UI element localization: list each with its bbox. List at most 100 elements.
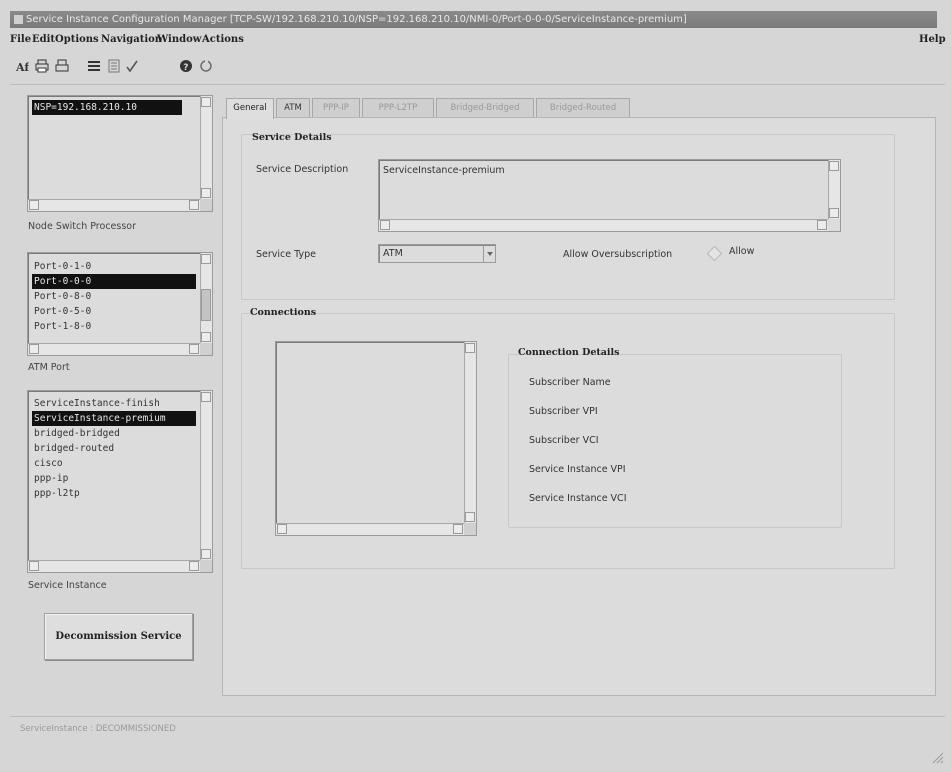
nsp-list-vscroll[interactable] xyxy=(200,96,212,199)
menu-help[interactable]: Help xyxy=(919,34,946,45)
scroll-corner xyxy=(200,560,212,572)
menu-navigation[interactable]: Navigation xyxy=(101,34,162,45)
resize-grip-icon[interactable] xyxy=(930,750,944,764)
print-icon[interactable] xyxy=(34,58,50,74)
service-description-label: Service Description xyxy=(256,164,349,175)
svg-text:?: ? xyxy=(183,63,188,73)
scroll-right-icon[interactable] xyxy=(453,524,463,534)
description-vscroll[interactable] xyxy=(828,160,840,219)
service-details-title: Service Details xyxy=(252,132,332,143)
nsp-list[interactable]: NSP=192.168.210.10 xyxy=(27,95,213,212)
service-instance-list-vscroll[interactable] xyxy=(200,391,212,560)
nsp-list-label: Node Switch Processor xyxy=(28,221,136,232)
service-instance-list-label: Service Instance xyxy=(28,580,107,591)
connections-list[interactable] xyxy=(275,341,477,536)
list-item-selected[interactable]: Port-0-0-0 xyxy=(32,274,196,289)
atm-port-list-vscroll[interactable] xyxy=(200,253,212,343)
nsp-list-hscroll[interactable] xyxy=(28,199,200,211)
list-item[interactable]: ppp-ip xyxy=(32,471,196,486)
subscriber-vci-label: Subscriber VCI xyxy=(529,435,599,446)
atm-port-list[interactable]: Port-0-1-0 Port-0-0-0 Port-0-8-0 Port-0-… xyxy=(27,252,213,356)
list-icon[interactable] xyxy=(86,58,102,74)
tab-bridged-bridged[interactable]: Bridged-Bridged xyxy=(436,98,534,118)
allow-radio-button[interactable] xyxy=(707,246,721,260)
checkmark-icon[interactable] xyxy=(124,58,140,74)
scroll-thumb[interactable] xyxy=(201,289,211,321)
allow-radio-label: Allow xyxy=(729,246,755,257)
atm-port-list-label: ATM Port xyxy=(28,362,70,373)
window-title-bar[interactable]: Service Instance Configuration Manager [… xyxy=(10,11,937,28)
scroll-corner xyxy=(464,523,476,535)
list-item[interactable]: cisco xyxy=(32,456,196,471)
list-item[interactable]: Port-0-1-0 xyxy=(32,259,196,274)
scroll-down-icon[interactable] xyxy=(829,208,839,218)
list-item[interactable]: Port-1-8-0 xyxy=(32,319,196,334)
service-description-field[interactable]: ServiceInstance-premium xyxy=(378,159,841,232)
connections-list-hscroll[interactable] xyxy=(276,523,464,535)
scroll-down-icon[interactable] xyxy=(201,332,211,342)
scroll-up-icon[interactable] xyxy=(201,392,211,402)
scroll-right-icon[interactable] xyxy=(189,561,199,571)
subscriber-name-label: Subscriber Name xyxy=(529,377,611,388)
window-menu-icon[interactable] xyxy=(14,15,23,24)
list-item[interactable]: bridged-routed xyxy=(32,441,196,456)
scroll-right-icon[interactable] xyxy=(189,344,199,354)
help-icon[interactable]: ? xyxy=(178,58,194,74)
toolbar-divider xyxy=(10,84,945,85)
subscriber-vpi-label: Subscriber VPI xyxy=(529,406,598,417)
scroll-up-icon[interactable] xyxy=(465,343,475,353)
menu-window[interactable]: Window xyxy=(157,34,201,45)
scroll-left-icon[interactable] xyxy=(277,524,287,534)
list-item[interactable]: Port-0-8-0 xyxy=(32,289,196,304)
service-description-value: ServiceInstance-premium xyxy=(383,165,505,176)
scroll-right-icon[interactable] xyxy=(817,220,827,230)
list-item[interactable]: Port-0-5-0 xyxy=(32,304,196,319)
scroll-up-icon[interactable] xyxy=(201,254,211,264)
scroll-down-icon[interactable] xyxy=(465,512,475,522)
service-instance-vci-label: Service Instance VCI xyxy=(529,493,627,504)
menu-bar: File Edit Options Navigation Window Acti… xyxy=(10,30,946,50)
scroll-corner xyxy=(200,199,212,211)
refresh-icon[interactable] xyxy=(198,58,214,74)
list-item[interactable]: ServiceInstance-finish xyxy=(32,396,196,411)
service-type-label: Service Type xyxy=(256,249,316,260)
atm-port-list-hscroll[interactable] xyxy=(28,343,200,355)
status-divider xyxy=(10,716,945,717)
menu-options[interactable]: Options xyxy=(55,34,99,45)
tab-general[interactable]: General xyxy=(226,98,274,119)
scroll-left-icon[interactable] xyxy=(29,344,39,354)
allow-oversubscription-label: Allow Oversubscription xyxy=(563,249,673,260)
list-item-selected[interactable]: NSP=192.168.210.10 xyxy=(32,100,182,115)
menu-edit[interactable]: Edit xyxy=(32,34,55,45)
general-tab-panel: Service Details Service Description Serv… xyxy=(222,117,936,696)
service-type-select[interactable]: ATM xyxy=(378,244,496,263)
tab-ppp-l2tp[interactable]: PPP-L2TP xyxy=(362,98,434,118)
list-item-selected[interactable]: ServiceInstance-premium xyxy=(32,411,196,426)
scroll-left-icon[interactable] xyxy=(29,561,39,571)
chevron-down-icon[interactable] xyxy=(483,245,495,262)
service-instance-list-hscroll[interactable] xyxy=(28,560,200,572)
scroll-down-icon[interactable] xyxy=(201,188,211,198)
menu-file[interactable]: File xyxy=(10,34,31,45)
print-preview-icon[interactable] xyxy=(54,58,70,74)
document-icon[interactable] xyxy=(106,58,122,74)
scroll-up-icon[interactable] xyxy=(201,97,211,107)
menu-actions[interactable]: Actions xyxy=(202,34,244,45)
svg-text:Af: Af xyxy=(15,61,29,73)
decommission-service-button[interactable]: Decommission Service xyxy=(44,613,193,660)
connections-list-vscroll[interactable] xyxy=(464,342,476,523)
scroll-left-icon[interactable] xyxy=(380,220,390,230)
scroll-up-icon[interactable] xyxy=(829,161,839,171)
scroll-right-icon[interactable] xyxy=(189,200,199,210)
description-hscroll[interactable] xyxy=(379,219,828,231)
scroll-left-icon[interactable] xyxy=(29,200,39,210)
text-icon[interactable]: Af xyxy=(14,58,30,74)
list-item[interactable]: ppp-l2tp xyxy=(32,486,196,501)
scroll-corner xyxy=(200,343,212,355)
tab-atm[interactable]: ATM xyxy=(276,98,310,118)
service-instance-list[interactable]: ServiceInstance-finish ServiceInstance-p… xyxy=(27,390,213,573)
scroll-down-icon[interactable] xyxy=(201,549,211,559)
list-item[interactable]: bridged-bridged xyxy=(32,426,196,441)
tab-bridged-routed[interactable]: Bridged-Routed xyxy=(536,98,630,118)
tab-ppp-ip[interactable]: PPP-IP xyxy=(312,98,360,118)
